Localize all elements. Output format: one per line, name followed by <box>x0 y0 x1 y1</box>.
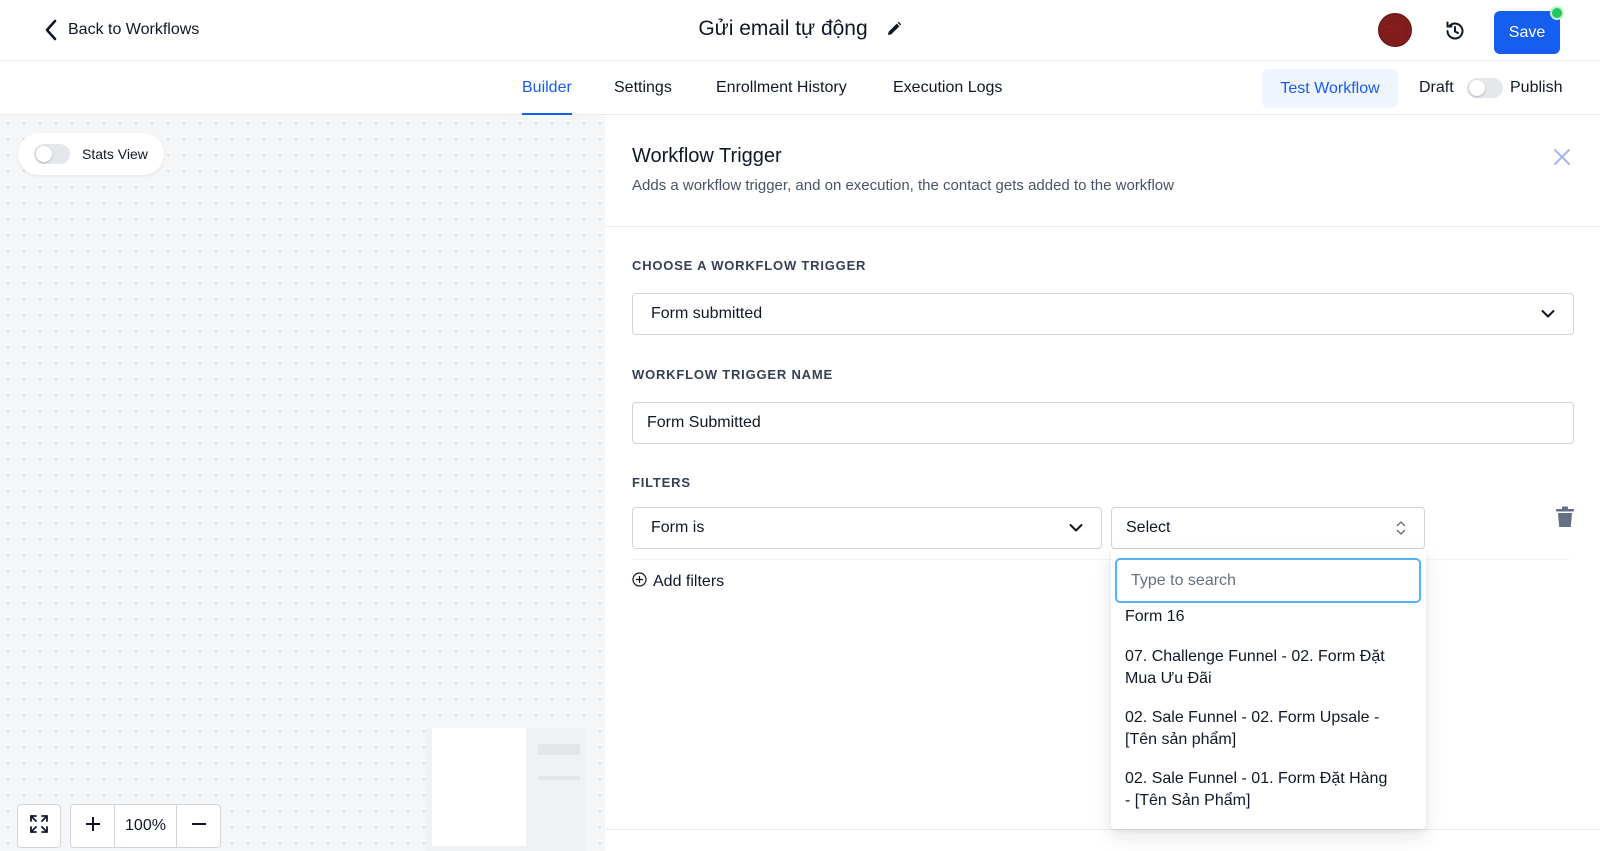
filter-row-divider <box>632 559 1570 560</box>
tab-enrollment-history[interactable]: Enrollment History <box>716 61 847 115</box>
filters-label: FILTERS <box>632 475 691 490</box>
panel-title: Workflow Trigger <box>632 145 782 167</box>
panel-header: Workflow Trigger Adds a workflow trigger… <box>605 115 1600 227</box>
tab-settings[interactable]: Settings <box>614 61 672 115</box>
filter-field-value: Form is <box>651 519 705 536</box>
minimap-viewport <box>432 728 526 846</box>
tab-bar: Builder Settings Enrollment History Exec… <box>0 61 1600 115</box>
zoom-level: 100% <box>114 805 177 847</box>
chevron-down-icon <box>1541 310 1555 319</box>
plus-icon <box>85 816 101 837</box>
close-icon[interactable] <box>1551 146 1573 168</box>
add-filters-button[interactable]: Add filters <box>632 572 724 592</box>
tab-builder[interactable]: Builder <box>522 61 572 115</box>
tab-execution-logs[interactable]: Execution Logs <box>893 61 1002 115</box>
trigger-name-input[interactable]: Form Submitted <box>632 402 1574 444</box>
add-filters-label: Add filters <box>653 573 725 590</box>
filter-value-placeholder: Select <box>1126 519 1171 536</box>
zoom-controls: 100% <box>70 804 221 848</box>
back-to-workflows-link[interactable]: Back to Workflows <box>44 19 199 41</box>
publish-toggle[interactable] <box>1467 78 1503 98</box>
choose-trigger-label: CHOOSE A WORKFLOW TRIGGER <box>632 258 867 273</box>
trash-icon[interactable] <box>1555 506 1577 528</box>
edit-title-pencil-icon[interactable] <box>886 21 902 37</box>
dropdown-option[interactable]: 02. Sale Funnel - 01. Form Đặt Hàng - [T… <box>1125 768 1395 812</box>
dropdown-option[interactable]: 07. Challenge Funnel - 02. Form Đặt Mua … <box>1125 646 1395 690</box>
stats-view-toggle-pill[interactable]: Stats View <box>18 133 164 175</box>
fit-to-screen-button[interactable] <box>17 804 61 848</box>
toggle-knob <box>36 146 52 162</box>
filter-field-select[interactable]: Form is <box>632 507 1102 549</box>
zoom-in-button[interactable] <box>71 805 114 847</box>
dropdown-option[interactable]: 02. Sale Funnel - 02. Form Upsale - [Tên… <box>1125 707 1395 751</box>
workflow-canvas[interactable]: Stats View 100% <box>0 115 605 851</box>
trigger-type-value: Form submitted <box>651 305 763 322</box>
trigger-side-panel: Workflow Trigger Adds a workflow trigger… <box>605 115 1600 851</box>
filter-value-select[interactable]: Select <box>1111 507 1425 549</box>
minimap-node <box>538 744 580 755</box>
toggle-knob <box>1469 80 1485 96</box>
dropdown-search-input[interactable] <box>1115 558 1421 603</box>
stats-view-label: Stats View <box>82 146 148 162</box>
expand-arrows-icon <box>29 814 49 839</box>
sort-arrows-icon <box>1396 520 1406 536</box>
plus-circle-icon <box>632 572 647 592</box>
minus-icon <box>191 816 207 837</box>
online-status-dot <box>1550 6 1564 20</box>
user-avatar[interactable]: TQ <box>1378 13 1412 47</box>
stats-view-toggle[interactable] <box>34 144 70 164</box>
zoom-out-button[interactable] <box>177 805 220 847</box>
panel-subtitle: Adds a workflow trigger, and on executio… <box>632 177 1174 194</box>
history-clock-icon[interactable] <box>1443 19 1467 43</box>
draft-label: Draft <box>1419 79 1454 96</box>
trigger-type-select[interactable]: Form submitted <box>632 293 1574 335</box>
minimap-node <box>538 776 580 780</box>
top-header: Back to Workflows Gửi email tự động TQ S… <box>0 0 1600 61</box>
panel-footer-divider <box>605 829 1600 830</box>
back-label: Back to Workflows <box>68 21 200 38</box>
dropdown-option[interactable]: Form 16 <box>1125 606 1395 628</box>
save-button[interactable]: Save <box>1494 11 1560 54</box>
publish-label: Publish <box>1510 79 1563 96</box>
chevron-down-icon <box>1069 524 1083 533</box>
form-options-dropdown: Form 16 07. Challenge Funnel - 02. Form … <box>1111 549 1426 829</box>
canvas-minimap[interactable] <box>425 728 585 851</box>
workflow-title: Gửi email tự động <box>698 17 868 40</box>
test-workflow-button[interactable]: Test Workflow <box>1262 69 1398 108</box>
trigger-name-label: WORKFLOW TRIGGER NAME <box>632 367 833 382</box>
chevron-left-icon <box>44 19 58 41</box>
workflow-title-group: Gửi email tự động <box>0 17 1600 41</box>
